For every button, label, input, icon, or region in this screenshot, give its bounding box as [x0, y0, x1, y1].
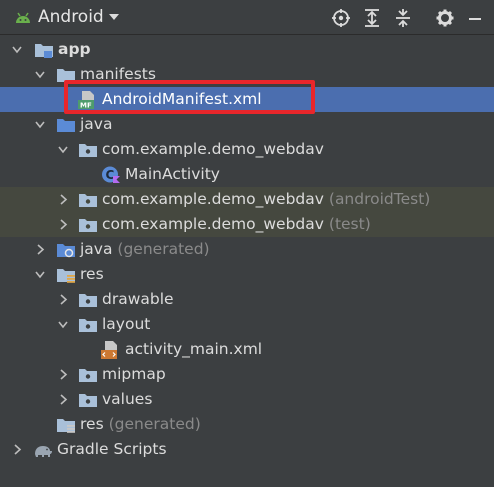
tree-label: activity_main.xml — [125, 340, 263, 358]
chevron-right-icon[interactable] — [58, 294, 68, 305]
chevron-right-icon[interactable] — [35, 244, 45, 255]
chevron-right-icon[interactable] — [58, 369, 68, 380]
package-icon — [79, 369, 97, 382]
tree-label: java — [80, 115, 113, 133]
resource-folder-icon — [57, 269, 75, 283]
gradle-elephant-icon — [35, 446, 52, 457]
android-icon — [16, 12, 30, 23]
package-icon — [79, 219, 97, 232]
chevron-right-icon[interactable] — [58, 194, 68, 205]
minimize-icon[interactable] — [465, 8, 485, 28]
package-suffix: (test) — [328, 215, 371, 233]
tree-label: app — [58, 40, 91, 58]
chevron-right-icon[interactable] — [58, 219, 68, 230]
chevron-down-icon[interactable] — [35, 119, 45, 130]
tree-row-res-generated[interactable]: res (generated) — [0, 412, 494, 437]
tree-label: drawable — [102, 290, 174, 308]
kotlin-class-icon: C — [102, 166, 120, 183]
package-icon — [79, 294, 97, 307]
package-name: com.example.demo_webdav — [102, 215, 324, 233]
package-icon — [79, 394, 97, 407]
tree-label: mipmap — [102, 365, 166, 383]
folder-suffix: (generated) — [117, 240, 210, 258]
chevron-right-icon[interactable] — [12, 444, 22, 455]
tree-row-package-test[interactable]: com.example.demo_webdav (test) — [0, 212, 494, 237]
package-suffix: (androidTest) — [328, 190, 431, 208]
tree-row-java[interactable]: java — [0, 112, 494, 137]
chevron-down-icon[interactable] — [108, 12, 120, 22]
chevron-down-icon[interactable] — [35, 269, 45, 280]
tree-label: java (generated) — [80, 239, 210, 259]
tree-label: layout — [102, 315, 151, 333]
tree-row-values[interactable]: values — [0, 387, 494, 412]
tree-row-package-android-test[interactable]: com.example.demo_webdav (androidTest) — [0, 187, 494, 212]
tree-label: com.example.demo_webdav (androidTest) — [102, 189, 430, 209]
view-selector[interactable]: Android — [38, 7, 104, 27]
package-icon — [79, 144, 97, 157]
tree-label: Gradle Scripts — [57, 440, 167, 458]
chevron-right-icon[interactable] — [58, 394, 68, 405]
tree-row-mipmap[interactable]: mipmap — [0, 362, 494, 387]
layout-file-icon — [101, 341, 117, 359]
package-icon — [79, 194, 97, 207]
tree-row-gradle-scripts[interactable]: Gradle Scripts — [0, 437, 494, 462]
chevron-down-icon[interactable] — [35, 69, 45, 80]
tree-row-app[interactable]: app — [0, 37, 494, 62]
generated-source-folder-icon — [57, 244, 75, 258]
gear-icon[interactable] — [435, 8, 455, 28]
tree-label: res (generated) — [80, 414, 201, 434]
tree-label: MainActivity — [125, 165, 220, 183]
resource-folder-icon — [57, 419, 75, 433]
tree-row-res[interactable]: res — [0, 262, 494, 287]
tree-row-java-generated[interactable]: java (generated) — [0, 237, 494, 262]
tree-row-package-main[interactable]: com.example.demo_webdav — [0, 137, 494, 162]
tree-label: values — [102, 390, 153, 408]
chevron-down-icon[interactable] — [58, 319, 68, 330]
tree-row-activity-main[interactable]: activity_main.xml — [0, 337, 494, 362]
collapse-all-icon[interactable] — [393, 8, 413, 28]
folder-suffix: (generated) — [108, 415, 201, 433]
tree-label: res — [80, 265, 104, 283]
source-folder-icon — [57, 119, 75, 132]
expand-all-icon[interactable] — [362, 8, 382, 28]
tree-label: com.example.demo_webdav — [102, 140, 324, 158]
tree-label: com.example.demo_webdav (test) — [102, 214, 371, 234]
package-name: com.example.demo_webdav — [102, 190, 324, 208]
project-toolbar: Android — [0, 0, 494, 35]
package-icon — [79, 319, 97, 332]
tree-row-layout[interactable]: layout — [0, 312, 494, 337]
folder-name: java — [80, 240, 113, 258]
folder-name: res — [80, 415, 104, 433]
chevron-down-icon[interactable] — [12, 44, 22, 55]
tree-row-main-activity[interactable]: C MainActivity — [0, 162, 494, 187]
chevron-down-icon[interactable] — [58, 144, 68, 155]
module-folder-icon — [35, 44, 53, 58]
highlight-box — [64, 80, 315, 114]
tree-row-drawable[interactable]: drawable — [0, 287, 494, 312]
locate-icon[interactable] — [331, 8, 351, 28]
